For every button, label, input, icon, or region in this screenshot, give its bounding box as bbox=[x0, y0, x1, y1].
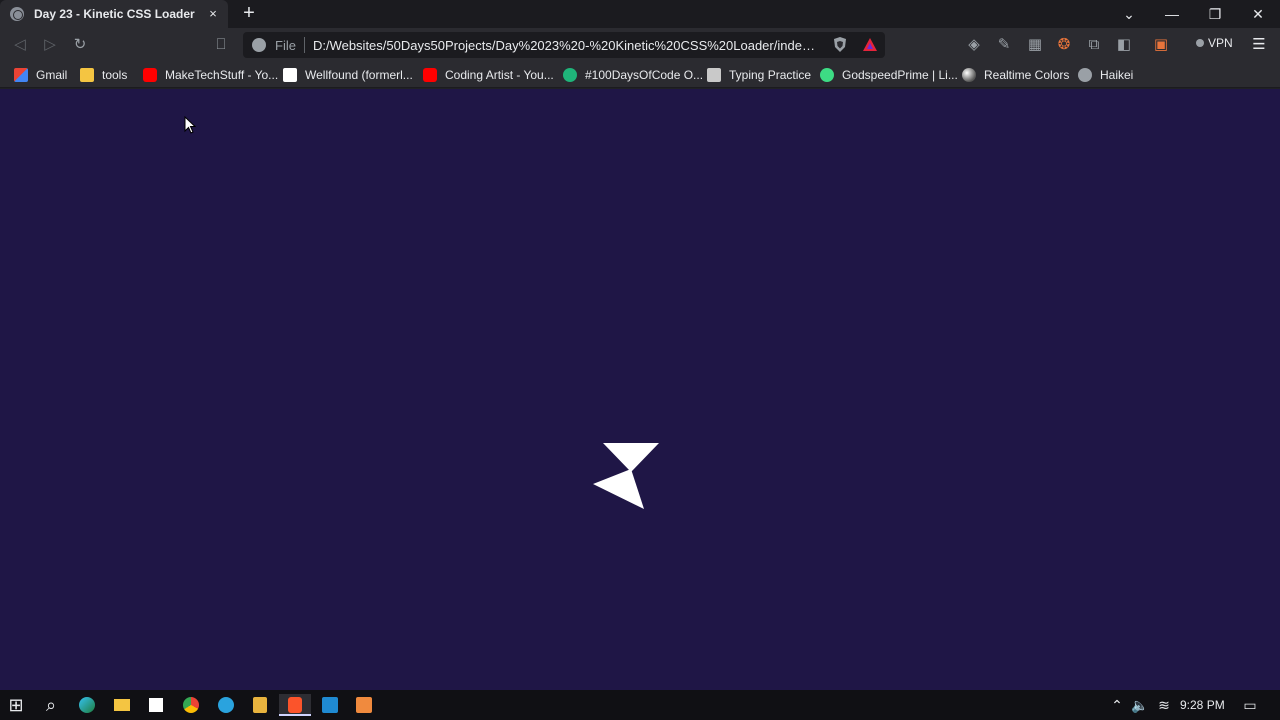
globe-icon bbox=[10, 7, 24, 21]
network-icon[interactable]: ≋ bbox=[1152, 694, 1176, 716]
tab-title: Day 23 - Kinetic CSS Loader bbox=[34, 7, 195, 21]
bookmark-label: GodspeedPrime | Li... bbox=[842, 68, 958, 82]
realtime-colors-icon bbox=[962, 68, 976, 82]
cookie-icon[interactable]: ❂ bbox=[1053, 34, 1075, 56]
bookmark-label: Haikei bbox=[1100, 68, 1134, 82]
active-tab[interactable]: Day 23 - Kinetic CSS Loader × bbox=[0, 0, 228, 28]
bookmark-label: tools bbox=[102, 68, 128, 82]
typing-icon bbox=[707, 68, 721, 82]
bookmark-label: Typing Practice bbox=[729, 68, 812, 82]
bookmark-label: MakeTechStuff - Yo... bbox=[165, 68, 279, 82]
forward-icon[interactable]: ▷ bbox=[39, 34, 61, 56]
mouse-cursor-icon bbox=[184, 116, 196, 134]
site-info-icon[interactable] bbox=[252, 38, 266, 52]
bookmark-label: Wellfound (formerl... bbox=[305, 68, 413, 82]
badge-app-icon[interactable] bbox=[248, 694, 272, 716]
browser-toolbar: ◁ ▷ ↻ ⎕ File D:/Websites/50Days50Project… bbox=[0, 28, 1280, 62]
vscode-icon[interactable] bbox=[318, 694, 342, 716]
bookmark-label: Gmail bbox=[36, 68, 68, 82]
bookmark-icon[interactable]: ⎕ bbox=[210, 34, 232, 56]
loader-triangle-top bbox=[603, 443, 659, 472]
url-separator bbox=[303, 37, 305, 53]
url-scheme: File bbox=[275, 37, 296, 53]
reload-icon[interactable]: ↻ bbox=[69, 34, 91, 56]
telegram-icon[interactable] bbox=[214, 694, 238, 716]
tab-search-button[interactable]: ⌄ bbox=[1107, 0, 1151, 28]
bookmarks-bar: Gmail tools MakeTechStuff - Yo... Wellfo… bbox=[0, 62, 1280, 88]
back-icon[interactable]: ◁ bbox=[9, 34, 31, 56]
volume-icon[interactable]: 🔈 bbox=[1128, 694, 1152, 716]
folder-icon bbox=[80, 68, 94, 82]
globe-icon bbox=[1078, 68, 1092, 82]
bookmark-typing-practice[interactable]: Typing Practice bbox=[707, 66, 811, 84]
start-icon[interactable]: ⊞ bbox=[4, 694, 28, 716]
bookmark-coding-artist[interactable]: Coding Artist - You... bbox=[423, 66, 554, 84]
brave-taskbar-icon[interactable] bbox=[279, 694, 311, 716]
bookmark-maketechstuff[interactable]: MakeTechStuff - Yo... bbox=[143, 66, 278, 84]
new-tab-button[interactable]: + bbox=[238, 3, 260, 25]
100days-icon bbox=[563, 68, 577, 82]
clock[interactable]: 9:28 PM bbox=[1180, 698, 1225, 712]
brave-shields-icon[interactable] bbox=[831, 36, 849, 54]
bookmark-godspeedprime[interactable]: GodspeedPrime | Li... bbox=[820, 66, 958, 84]
bookmark-realtime-colors[interactable]: Realtime Colors bbox=[962, 66, 1069, 84]
extension-shield-icon[interactable]: ◈ bbox=[963, 34, 985, 56]
notification-icon[interactable]: ▭ bbox=[1238, 694, 1262, 716]
bookmark-label: Realtime Colors bbox=[984, 68, 1070, 82]
bookmark-label: Coding Artist - You... bbox=[445, 68, 554, 82]
file-explorer-icon[interactable] bbox=[110, 694, 134, 716]
url-text[interactable]: D:/Websites/50Days50Projects/Day%2023%20… bbox=[313, 38, 815, 53]
chrome-icon[interactable] bbox=[179, 694, 203, 716]
sidebar-icon[interactable]: ◧ bbox=[1113, 34, 1135, 56]
extension-qr-icon[interactable]: ▦ bbox=[1024, 34, 1046, 56]
youtube-icon bbox=[423, 68, 437, 82]
tray-chevron-icon[interactable]: ⌃ bbox=[1105, 694, 1129, 716]
bookmark-wellfound[interactable]: Wellfound (formerl... bbox=[283, 66, 413, 84]
color-picker-icon[interactable]: ✎ bbox=[993, 34, 1015, 56]
godspeed-icon bbox=[820, 68, 834, 82]
windows-taskbar: ⊞ ⌕ ⌃ 🔈 ≋ 9:28 PM ▭ bbox=[0, 690, 1280, 720]
loader-triangle-bottom bbox=[593, 469, 644, 509]
minimize-button[interactable]: — bbox=[1150, 0, 1194, 28]
vpn-button[interactable]: VPN bbox=[1196, 36, 1233, 50]
wallet-icon[interactable]: ▣ bbox=[1150, 34, 1172, 56]
address-bar[interactable]: File D:/Websites/50Days50Projects/Day%20… bbox=[243, 32, 885, 58]
page-viewport bbox=[0, 89, 1280, 690]
vpn-label: VPN bbox=[1208, 36, 1233, 50]
bookmark-haikei[interactable]: Haikei bbox=[1078, 66, 1133, 84]
brave-rewards-icon[interactable] bbox=[861, 36, 879, 54]
search-icon[interactable]: ⌕ bbox=[39, 694, 63, 716]
tab-strip: Day 23 - Kinetic CSS Loader × + ⌄ — ❐ ✕ bbox=[0, 0, 1280, 28]
bookmark-tools[interactable]: tools bbox=[80, 66, 127, 84]
menu-icon[interactable]: ☰ bbox=[1248, 34, 1270, 56]
restore-button[interactable]: ❐ bbox=[1193, 0, 1237, 28]
bookmark-label: #100DaysOfCode O... bbox=[585, 68, 704, 82]
close-window-button[interactable]: ✕ bbox=[1236, 0, 1280, 28]
gmail-icon bbox=[14, 68, 28, 82]
edge-icon[interactable] bbox=[75, 694, 99, 716]
vpn-status-icon bbox=[1196, 39, 1204, 47]
wellfound-icon bbox=[283, 68, 297, 82]
bookmark-100daysofcode[interactable]: #100DaysOfCode O... bbox=[563, 66, 703, 84]
tab-close-icon[interactable]: × bbox=[204, 5, 222, 23]
kinetic-loader bbox=[593, 443, 659, 509]
store-icon[interactable] bbox=[144, 694, 168, 716]
extensions-puzzle-icon[interactable]: ⧉ bbox=[1083, 34, 1105, 56]
youtube-icon bbox=[143, 68, 157, 82]
bookmark-gmail[interactable]: Gmail bbox=[14, 66, 67, 84]
recorder-icon[interactable] bbox=[352, 694, 376, 716]
